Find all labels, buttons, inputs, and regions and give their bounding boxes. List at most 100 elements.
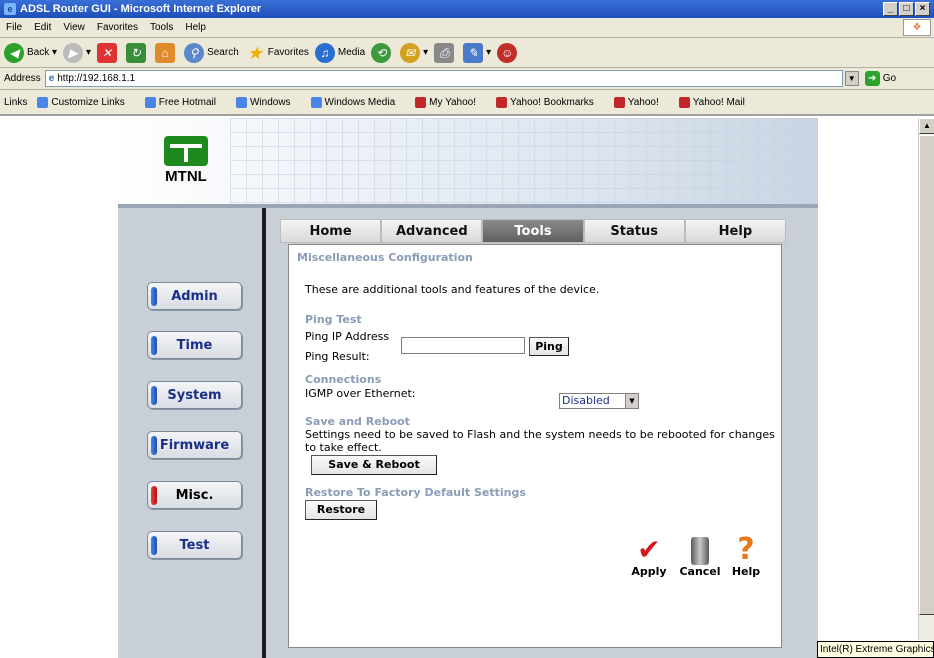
messenger-button[interactable]: ☺	[497, 42, 520, 63]
yahoo-icon	[678, 96, 690, 108]
apply-button[interactable]: ✔ Apply	[625, 535, 673, 579]
mtnl-logo-icon	[164, 136, 208, 166]
link-my-yahoo[interactable]: My Yahoo!	[415, 96, 486, 108]
web-page: MTNL Admin Time System Firmware Misc. Te…	[0, 118, 918, 658]
indicator-icon	[151, 287, 157, 306]
help-button[interactable]: ? Help	[725, 532, 767, 579]
active-indicator-icon	[151, 486, 157, 505]
mail-button[interactable]: ✉ ▾	[400, 42, 428, 63]
link-hotmail[interactable]: Free Hotmail	[144, 96, 226, 108]
ping-ip-label: Ping IP Address	[305, 330, 390, 343]
menu-bar: File Edit View Favorites Tools Help ❖	[0, 18, 934, 38]
sidebar-item-firmware[interactable]: Firmware	[147, 431, 242, 459]
close-button[interactable]: ×	[915, 2, 930, 16]
sidebar-item-test[interactable]: Test	[147, 531, 242, 559]
page-icon: e	[48, 73, 55, 84]
back-arrow-icon: ◀	[4, 42, 24, 63]
media-button[interactable]: ♫ Media	[314, 42, 365, 63]
refresh-button[interactable]: ↻	[126, 42, 149, 63]
address-dropdown-icon[interactable]: ▼	[844, 71, 859, 86]
maximize-button[interactable]: □	[899, 2, 914, 16]
reboot-text-line1: Settings need to be saved to Flash and t…	[305, 428, 775, 441]
window-title-bar: e ADSL Router GUI - Microsoft Internet E…	[0, 0, 934, 18]
windows-logo-icon: ❖	[903, 19, 931, 36]
media-icon: ♫	[314, 42, 335, 63]
main-tabs: Home Advanced Tools Status Help	[280, 219, 787, 243]
menu-tools[interactable]: Tools	[150, 22, 173, 33]
tab-advanced[interactable]: Advanced	[381, 219, 483, 243]
restore-heading: Restore To Factory Default Settings	[305, 486, 526, 499]
printer-icon: ⎙	[434, 42, 455, 63]
content-panel: Miscellaneous Configuration These are ad…	[288, 244, 782, 648]
question-mark-icon: ?	[737, 532, 755, 567]
reboot-heading: Save and Reboot	[305, 415, 410, 428]
scroll-thumb[interactable]	[919, 135, 934, 615]
menu-help[interactable]: Help	[185, 22, 206, 33]
window-title: ADSL Router GUI - Microsoft Internet Exp…	[20, 3, 262, 15]
link-yahoo-bookmarks[interactable]: Yahoo! Bookmarks	[496, 96, 604, 108]
sidebar-item-system[interactable]: System	[147, 381, 242, 409]
go-arrow-icon: ➜	[864, 71, 880, 86]
browser-toolbar: ◀ Back ▾ ▶ ▾ ✕ ↻ ⌂ ⚲ Search ★ Favorites ♫ Med…	[0, 38, 934, 68]
trash-can-icon	[691, 537, 709, 565]
ping-button[interactable]: Ping	[529, 337, 569, 356]
home-icon: ⌂	[155, 42, 176, 63]
igmp-select[interactable]: Disabled ▼	[559, 393, 639, 409]
favorites-button[interactable]: ★ Favorites	[245, 43, 309, 63]
cancel-button[interactable]: Cancel	[676, 535, 724, 578]
stop-button[interactable]: ✕	[97, 42, 120, 63]
stop-icon: ✕	[97, 42, 118, 63]
ping-ip-input[interactable]	[401, 337, 525, 354]
history-button[interactable]: ⟲	[371, 42, 394, 63]
menu-edit[interactable]: Edit	[34, 22, 51, 33]
star-icon: ★	[246, 42, 263, 63]
ping-result-label: Ping Result:	[305, 350, 370, 363]
edit-button[interactable]: ✎ ▾	[463, 42, 491, 63]
address-url: http://192.168.1.1	[57, 73, 136, 84]
mail-icon: ✉	[400, 42, 421, 63]
history-icon: ⟲	[371, 42, 392, 63]
search-button[interactable]: ⚲ Search	[184, 42, 239, 63]
ie-link-icon	[144, 96, 156, 108]
tab-tools[interactable]: Tools	[482, 219, 584, 243]
menu-favorites[interactable]: Favorites	[97, 22, 138, 33]
minimize-button[interactable]: _	[883, 2, 898, 16]
yahoo-icon	[496, 96, 508, 108]
scroll-up-icon[interactable]: ▲	[919, 118, 934, 134]
reboot-text-line2: to take effect.	[305, 441, 382, 454]
link-yahoo[interactable]: Yahoo!	[613, 96, 669, 108]
sidebar-item-time[interactable]: Time	[147, 331, 242, 359]
dropdown-arrow-icon: ▼	[625, 394, 638, 408]
ie-icon: e	[4, 3, 16, 15]
sidebar-item-admin[interactable]: Admin	[147, 282, 242, 310]
graphics-tooltip: Intel(R) Extreme Graphics	[817, 641, 934, 658]
print-button[interactable]: ⎙	[434, 42, 457, 63]
link-windows[interactable]: Windows	[235, 96, 301, 108]
menu-file[interactable]: File	[6, 22, 22, 33]
go-button[interactable]: ➜ Go	[864, 71, 896, 86]
yahoo-icon	[415, 96, 427, 108]
forward-button[interactable]: ▶ ▾	[63, 42, 91, 63]
menu-view[interactable]: View	[63, 22, 85, 33]
search-icon: ⚲	[184, 42, 205, 63]
tab-status[interactable]: Status	[583, 219, 685, 243]
link-windows-media[interactable]: Windows Media	[310, 96, 406, 108]
save-reboot-button[interactable]: Save & Reboot	[311, 455, 437, 475]
indicator-icon	[151, 386, 157, 405]
ie-link-icon	[37, 96, 49, 108]
restore-button[interactable]: Restore	[305, 500, 377, 520]
sidebar-item-misc[interactable]: Misc.	[147, 481, 242, 509]
back-button[interactable]: ◀ Back ▾	[4, 42, 57, 63]
indicator-icon	[151, 436, 157, 455]
tab-home[interactable]: Home	[280, 219, 382, 243]
address-bar: Address e http://192.168.1.1 ▼ ➜ Go	[0, 68, 934, 90]
connections-heading: Connections	[305, 373, 382, 386]
vertical-scrollbar[interactable]: ▲	[918, 118, 934, 640]
link-yahoo-mail[interactable]: Yahoo! Mail	[678, 96, 755, 108]
link-customize[interactable]: Customize Links	[37, 96, 134, 108]
address-input[interactable]: e http://192.168.1.1	[44, 70, 843, 87]
tab-help[interactable]: Help	[684, 219, 787, 243]
intro-text: These are additional tools and features …	[305, 283, 600, 296]
home-button[interactable]: ⌂	[155, 42, 178, 63]
edit-icon: ✎	[463, 42, 484, 63]
